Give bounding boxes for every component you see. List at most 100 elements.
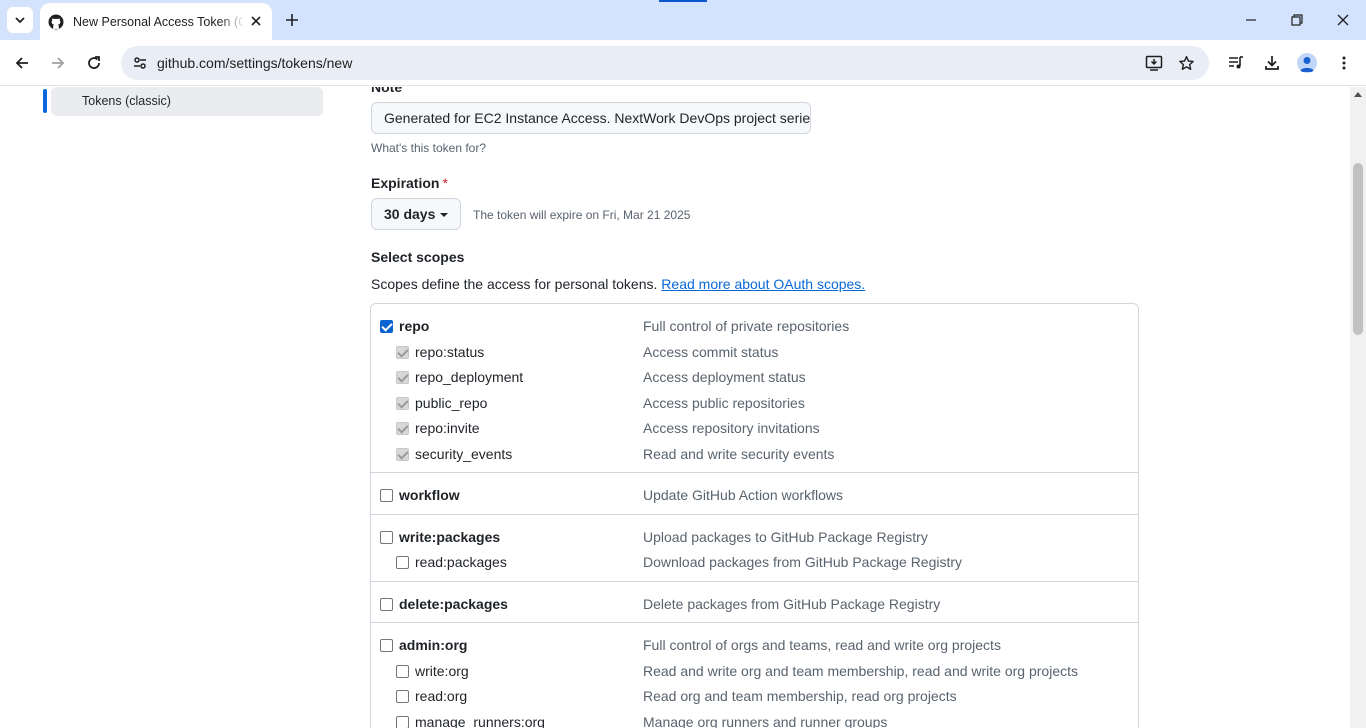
scope-checkbox-write-packages[interactable] [380, 531, 393, 544]
scope-row-admin-org: admin:org Full control of orgs and teams… [371, 636, 1138, 656]
scope-row-manage-runners-org: manage_runners:org Manage org runners an… [371, 713, 1138, 728]
restore-button[interactable] [1283, 6, 1311, 34]
page-scrollbar[interactable] [1350, 87, 1366, 728]
profile-button[interactable] [1293, 49, 1321, 77]
scope-description: Upload packages to GitHub Package Regist… [643, 529, 928, 545]
scope-description: Download packages from GitHub Package Re… [643, 554, 963, 570]
scope-name: admin:org [399, 637, 468, 653]
url-text: github.com/settings/tokens/new [157, 55, 353, 71]
scope-name: repo:invite [415, 420, 480, 436]
downloads-button[interactable] [1258, 49, 1286, 77]
window-close-button[interactable] [1329, 6, 1357, 34]
chevron-down-icon [15, 17, 25, 24]
more-vert-icon [1342, 56, 1346, 70]
scope-name: security_events [415, 446, 513, 462]
reload-button[interactable] [80, 49, 108, 77]
scope-row-write-packages: write:packages Upload packages to GitHub… [371, 528, 1138, 548]
browser-toolbar: github.com/settings/tokens/new [0, 40, 1366, 86]
scope-name: repo:status [415, 344, 485, 360]
scope-name: repo_deployment [415, 369, 524, 385]
note-input[interactable]: Generated for EC2 Instance Access. NextW… [371, 102, 811, 134]
scope-row-read-org: read:org Read org and team membership, r… [371, 687, 1138, 707]
scopes-description: Scopes define the access for personal to… [371, 276, 865, 292]
scope-row-repo-invite: repo:invite Access repository invitation… [371, 419, 1138, 439]
scope-description: Update GitHub Action workflows [643, 487, 843, 503]
forward-button[interactable] [44, 49, 72, 77]
scope-checkbox-admin-org[interactable] [380, 639, 393, 652]
scope-row-workflow: workflow Update GitHub Action workflows [371, 486, 1138, 506]
avatar [1297, 53, 1317, 73]
reload-icon [88, 56, 100, 69]
scope-name: delete:packages [399, 596, 508, 612]
back-button[interactable] [8, 49, 36, 77]
install-icon [1145, 55, 1163, 71]
install-app-button[interactable] [1142, 51, 1166, 75]
required-mark: * [442, 175, 448, 191]
scope-row-repo: repo Full control of private repositorie… [371, 317, 1138, 337]
scope-group-workflow: workflow Update GitHub Action workflows [371, 473, 1138, 515]
scope-description: Full control of orgs and teams, read and… [643, 637, 1001, 653]
oauth-scopes-link[interactable]: Read more about OAuth scopes. [661, 276, 865, 292]
download-icon [1265, 56, 1279, 70]
scope-description: Manage org runners and runner groups [643, 714, 888, 728]
tune-icon [134, 57, 146, 69]
scope-checkbox-repo[interactable] [380, 320, 393, 333]
expiration-label: Expiration * [371, 175, 448, 191]
note-label: Note [371, 87, 403, 95]
github-icon [48, 14, 64, 29]
tab-strip: New Personal Access Token (Classic) [0, 0, 1366, 40]
plus-icon [286, 14, 298, 26]
scopes-description-text: Scopes define the access for personal to… [371, 276, 658, 292]
scope-name: workflow [399, 487, 460, 503]
scope-name: manage_runners:org [415, 714, 545, 728]
scope-row-read-packages: read:packages Download packages from Git… [371, 553, 1138, 573]
tab-search-button[interactable] [7, 7, 33, 33]
scope-checkbox-read-packages[interactable] [396, 556, 409, 569]
minimize-button[interactable] [1237, 6, 1265, 34]
scope-checkbox-manage-runners-org[interactable] [396, 716, 409, 728]
scope-description: Read and write org and team membership, … [643, 663, 1078, 679]
scope-row-delete-packages: delete:packages Delete packages from Git… [371, 595, 1138, 615]
active-tab[interactable]: New Personal Access Token (Classic) [40, 3, 272, 40]
new-tab-button[interactable] [282, 10, 302, 30]
scope-name: read:packages [415, 554, 507, 570]
tab-title: New Personal Access Token (Classic) [73, 14, 245, 29]
scope-checkbox-write-org[interactable] [396, 665, 409, 678]
scope-checkbox-repo-deployment[interactable] [396, 371, 409, 384]
scroll-up-arrow-icon[interactable] [1354, 92, 1362, 97]
sidebar-active-indicator [43, 89, 47, 113]
select-scopes-heading: Select scopes [371, 249, 465, 265]
star-icon [1178, 55, 1194, 70]
scope-checkbox-delete-packages[interactable] [380, 598, 393, 611]
close-icon [251, 16, 261, 26]
queue-music-icon [1229, 56, 1243, 69]
scope-group-admin-org: admin:org Full control of orgs and teams… [371, 623, 1138, 728]
scope-description: Access repository invitations [643, 420, 820, 436]
arrow-right-icon [52, 57, 65, 69]
site-info-button[interactable] [127, 50, 153, 76]
scope-checkbox-repo-status[interactable] [396, 346, 409, 359]
expiration-value: 30 days [384, 206, 436, 222]
scope-checkbox-repo-invite[interactable] [396, 422, 409, 435]
scope-name: public_repo [415, 395, 488, 411]
scope-group-write-packages: write:packages Upload packages to GitHub… [371, 515, 1138, 582]
scope-description: Read org and team membership, read org p… [643, 688, 957, 704]
address-bar[interactable]: github.com/settings/tokens/new [121, 46, 1209, 80]
arrow-left-icon [15, 57, 28, 69]
media-controls-button[interactable] [1222, 49, 1250, 77]
scrollbar-thumb[interactable] [1353, 163, 1363, 335]
scope-checkbox-workflow[interactable] [380, 489, 393, 502]
bookmark-button[interactable] [1174, 51, 1198, 75]
scope-checkbox-read-org[interactable] [396, 690, 409, 703]
sidebar-item-tokens-classic[interactable]: Tokens (classic) [51, 87, 323, 116]
scope-row-security-events: security_events Read and write security … [371, 445, 1138, 465]
scope-checkbox-security-events[interactable] [396, 448, 409, 461]
scope-description: Access deployment status [643, 369, 806, 385]
scope-checkbox-public-repo[interactable] [396, 397, 409, 410]
expiration-select[interactable]: 30 days [371, 198, 461, 230]
person-icon [1300, 57, 1314, 72]
note-hint: What's this token for? [371, 141, 487, 155]
tab-close-button[interactable] [248, 13, 264, 29]
menu-button[interactable] [1330, 49, 1358, 77]
minimize-icon [1246, 19, 1256, 21]
